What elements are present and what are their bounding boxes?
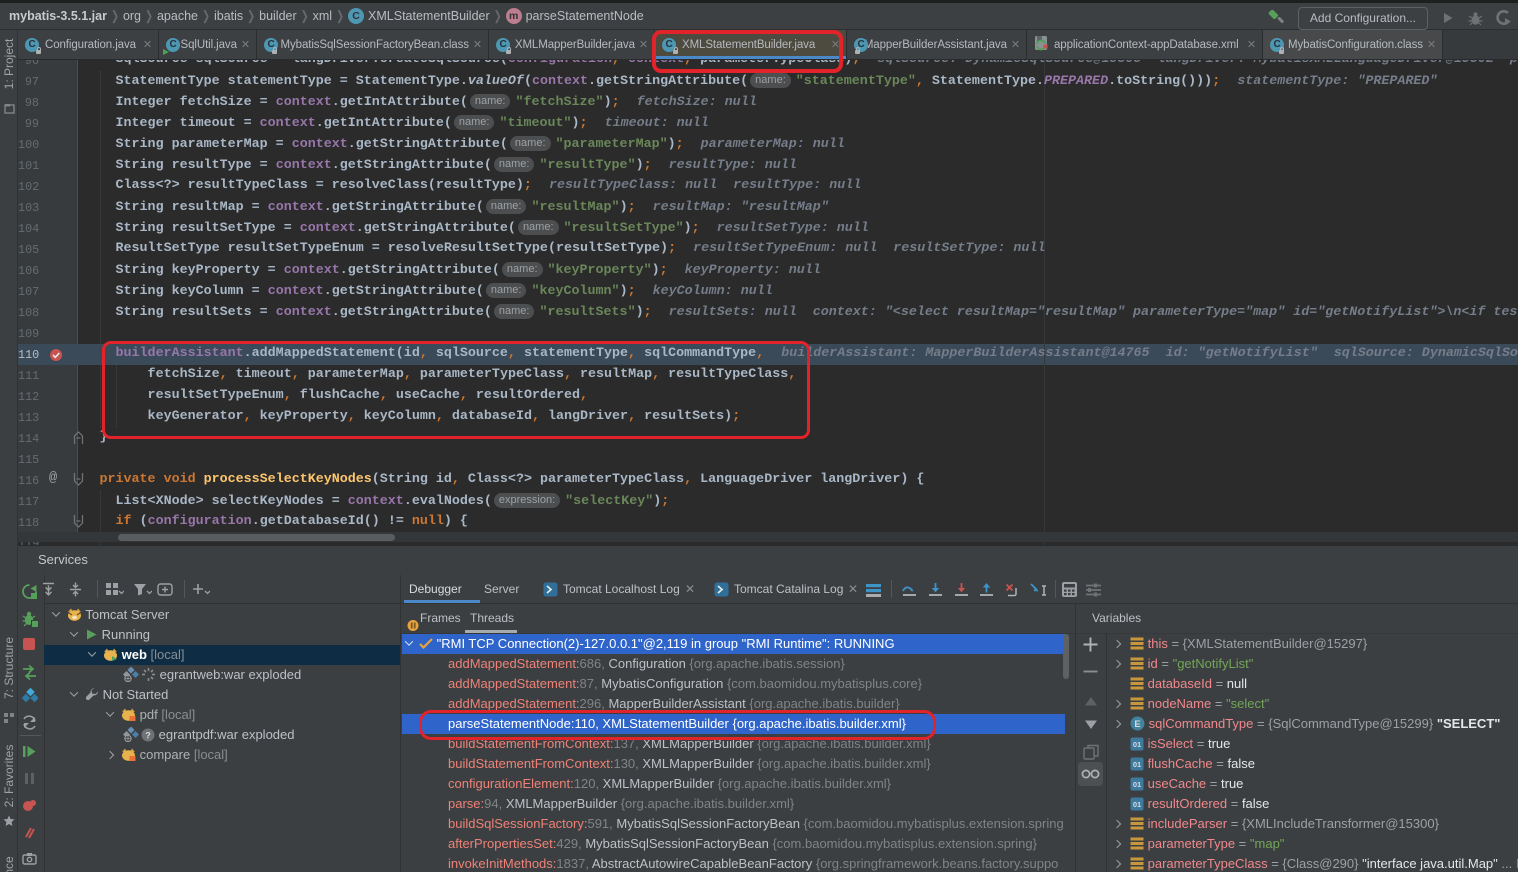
- svg-text:01: 01: [1133, 760, 1141, 769]
- svg-text:?: ?: [145, 731, 151, 741]
- svg-text:E: E: [1134, 719, 1140, 730]
- svg-text:01: 01: [1133, 800, 1141, 809]
- svg-text:01: 01: [1133, 740, 1141, 749]
- svg-text:01: 01: [1133, 780, 1141, 789]
